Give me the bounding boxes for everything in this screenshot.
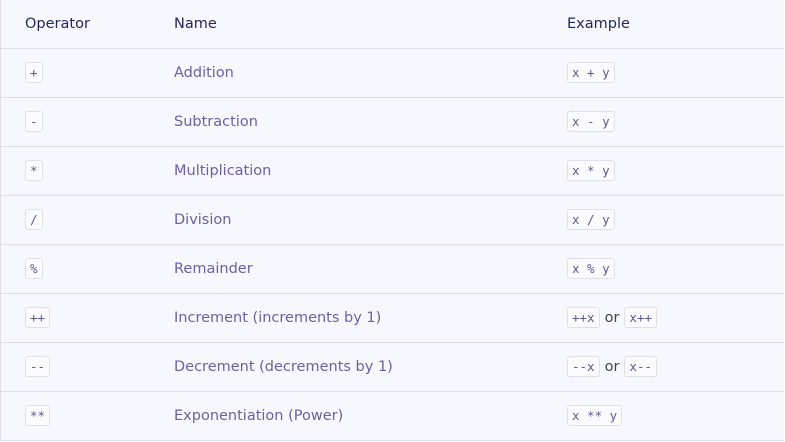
table-row: % Remainder x % y — [0, 244, 784, 294]
name-cell: Addition — [174, 48, 567, 98]
name-cell: Increment (increments by 1) — [174, 293, 567, 343]
operator-cell: * — [0, 146, 174, 196]
header-row: Operator Name Example — [0, 0, 784, 49]
operators-table: Operator Name Example + Addition x + y - Sub… — [0, 0, 784, 441]
name-cell: Subtraction — [174, 97, 567, 147]
example-cell: x - y — [567, 97, 784, 147]
operator-code: ++ — [25, 307, 51, 328]
example-cell: x * y — [567, 146, 784, 196]
operator-cell: ** — [0, 391, 174, 441]
header-example: Example — [567, 0, 784, 49]
example-cell: x + y — [567, 48, 784, 98]
operator-code: + — [25, 62, 43, 83]
example-code: x * y — [567, 160, 615, 181]
operator-code: -- — [25, 356, 51, 377]
operator-code: % — [25, 258, 43, 279]
example-cell: x % y — [567, 244, 784, 294]
operator-code: - — [25, 111, 43, 132]
operator-code: * — [25, 160, 43, 181]
example-code-alt: x++ — [624, 307, 657, 328]
example-code: x - y — [567, 111, 615, 132]
example-code: ++x — [567, 307, 600, 328]
example-cell: x / y — [567, 195, 784, 245]
operator-code: / — [25, 209, 43, 230]
example-cell: --x or x-- — [567, 342, 784, 392]
table-row: ++ Increment (increments by 1) ++x or x++ — [0, 293, 784, 343]
operator-cell: ++ — [0, 293, 174, 343]
example-code: x % y — [567, 258, 615, 279]
example-code: --x — [567, 356, 600, 377]
name-cell: Exponentiation (Power) — [174, 391, 567, 441]
header-name: Name — [174, 0, 567, 49]
table-row: + Addition x + y — [0, 48, 784, 98]
or-text: or — [604, 310, 620, 326]
name-cell: Multiplication — [174, 146, 567, 196]
operator-cell: -- — [0, 342, 174, 392]
example-code: x / y — [567, 209, 615, 230]
operator-cell: + — [0, 48, 174, 98]
header-operator: Operator — [0, 0, 174, 49]
or-text: or — [604, 359, 620, 375]
example-code: x + y — [567, 62, 615, 83]
example-cell: x ** y — [567, 391, 784, 441]
table-row: -- Decrement (decrements by 1) --x or x-- — [0, 342, 784, 392]
name-cell: Decrement (decrements by 1) — [174, 342, 567, 392]
example-cell: ++x or x++ — [567, 293, 784, 343]
operator-cell: / — [0, 195, 174, 245]
table-row: - Subtraction x - y — [0, 97, 784, 147]
example-code: x ** y — [567, 405, 623, 426]
table-row: / Division x / y — [0, 195, 784, 245]
operator-cell: % — [0, 244, 174, 294]
operator-code: ** — [25, 405, 51, 426]
name-cell: Division — [174, 195, 567, 245]
example-code-alt: x-- — [624, 356, 657, 377]
table-row: * Multiplication x * y — [0, 146, 784, 196]
name-cell: Remainder — [174, 244, 567, 294]
table-row: ** Exponentiation (Power) x ** y — [0, 391, 784, 441]
operator-cell: - — [0, 97, 174, 147]
